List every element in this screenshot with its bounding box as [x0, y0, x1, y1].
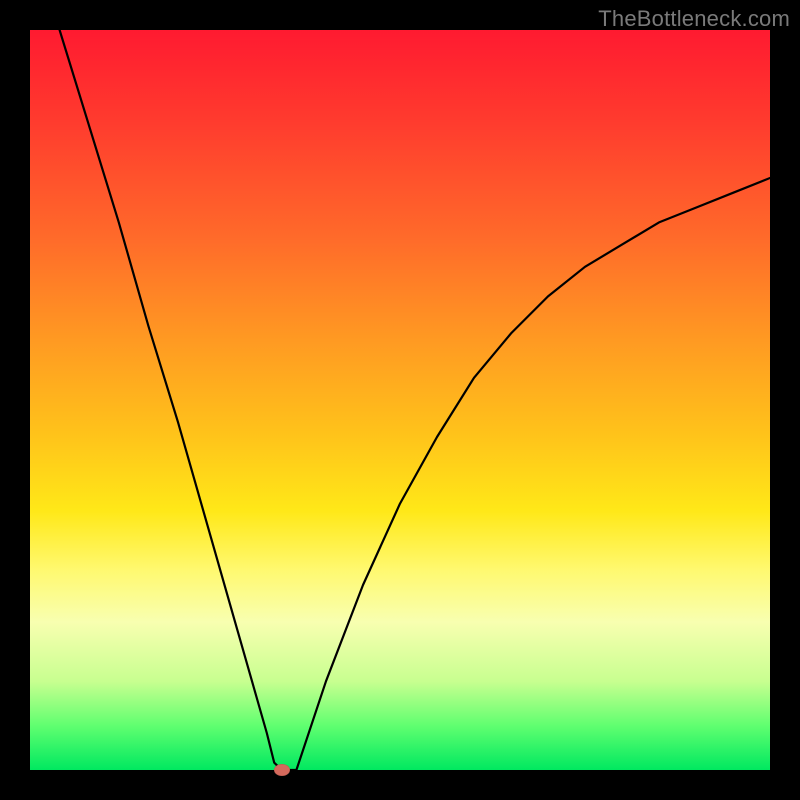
plot-area	[30, 30, 770, 770]
bottleneck-curve	[30, 30, 770, 770]
attribution-label: TheBottleneck.com	[598, 6, 790, 32]
chart-frame: TheBottleneck.com	[0, 0, 800, 800]
optimal-point-marker	[274, 764, 290, 776]
